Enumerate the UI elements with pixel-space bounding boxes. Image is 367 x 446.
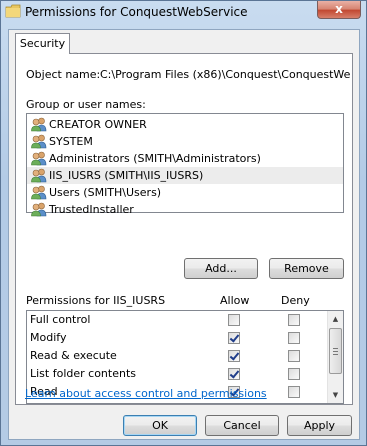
cancel-button[interactable]: Cancel (205, 415, 279, 436)
group-list-item[interactable]: IIS_IUSRS (SMITH\IIS_IUSRS) (27, 167, 343, 184)
scrollbar-thumb[interactable] (329, 328, 342, 374)
object-name-value: C:\Program Files (x86)\Conquest\Conquest… (100, 68, 350, 81)
permission-row: Read & execute (27, 347, 343, 365)
permissions-dialog: Permissions for ConquestWebService x Sec… (0, 0, 367, 446)
user-group-icon (31, 134, 47, 149)
dialog-body: Security Object name: C:\Program Files (… (8, 29, 360, 440)
group-item-label: Administrators (SMITH\Administrators) (49, 152, 261, 165)
group-item-label: IIS_IUSRS (SMITH\IIS_IUSRS) (49, 169, 204, 182)
allow-column-header: Allow (220, 294, 250, 307)
user-group-icon (31, 151, 47, 166)
folder-icon (5, 4, 21, 18)
group-item-label: SYSTEM (49, 135, 93, 148)
permission-label: List folder contents (30, 367, 136, 380)
permissions-scrollbar[interactable]: ▲ ▼ (327, 311, 343, 403)
deny-column-header: Deny (281, 294, 310, 307)
security-tab-panel: Object name: C:\Program Files (x86)\Conq… (15, 53, 353, 405)
permission-row: List folder contents (27, 365, 343, 383)
apply-button[interactable]: Apply (287, 415, 352, 436)
scroll-down-icon[interactable]: ▼ (328, 387, 343, 403)
user-group-icon (31, 117, 47, 132)
allow-checkbox[interactable] (228, 332, 240, 344)
group-list-item[interactable]: TrustedInstaller (27, 201, 343, 218)
allow-checkbox[interactable] (228, 368, 240, 380)
tab-security[interactable]: Security (15, 33, 70, 54)
group-item-label: TrustedInstaller (49, 203, 134, 216)
group-list-item[interactable]: Administrators (SMITH\Administrators) (27, 150, 343, 167)
permission-row: Full control (27, 311, 343, 329)
user-group-icon (31, 168, 47, 183)
allow-checkbox[interactable] (228, 350, 240, 362)
window-title: Permissions for ConquestWebService (25, 5, 248, 19)
permission-label: Read & execute (30, 349, 117, 362)
group-item-label: Users (SMITH\Users) (49, 186, 162, 199)
permission-label: Modify (30, 331, 67, 344)
allow-checkbox[interactable] (228, 314, 240, 326)
group-list-item[interactable]: SYSTEM (27, 133, 343, 150)
deny-checkbox[interactable] (288, 386, 300, 398)
permission-row: Modify (27, 329, 343, 347)
deny-checkbox[interactable] (288, 368, 300, 380)
deny-checkbox[interactable] (288, 314, 300, 326)
group-item-label: CREATOR OWNER (49, 118, 147, 131)
scroll-up-icon[interactable]: ▲ (328, 311, 343, 327)
close-button[interactable]: x (317, 1, 361, 19)
add-button[interactable]: Add... (184, 258, 258, 279)
learn-more-link[interactable]: Learn about access control and permissio… (25, 387, 267, 400)
user-group-icon (31, 185, 47, 200)
object-name-label: Object name: (26, 68, 101, 81)
ok-button[interactable]: OK (123, 415, 197, 436)
group-list-item[interactable]: CREATOR OWNER (27, 116, 343, 133)
group-names-label: Group or user names: (26, 98, 146, 111)
remove-button[interactable]: Remove (269, 258, 344, 279)
deny-checkbox[interactable] (288, 350, 300, 362)
permissions-label: Permissions for IIS_IUSRS (26, 294, 166, 307)
group-names-list[interactable]: CREATOR OWNER SYSTEM Administrators (SMITH… (26, 113, 344, 217)
title-bar[interactable]: Permissions for ConquestWebService x (1, 1, 366, 23)
user-group-icon (31, 202, 47, 217)
group-list-item[interactable]: Users (SMITH\Users) (27, 184, 343, 201)
permission-label: Full control (30, 313, 91, 326)
deny-checkbox[interactable] (288, 332, 300, 344)
